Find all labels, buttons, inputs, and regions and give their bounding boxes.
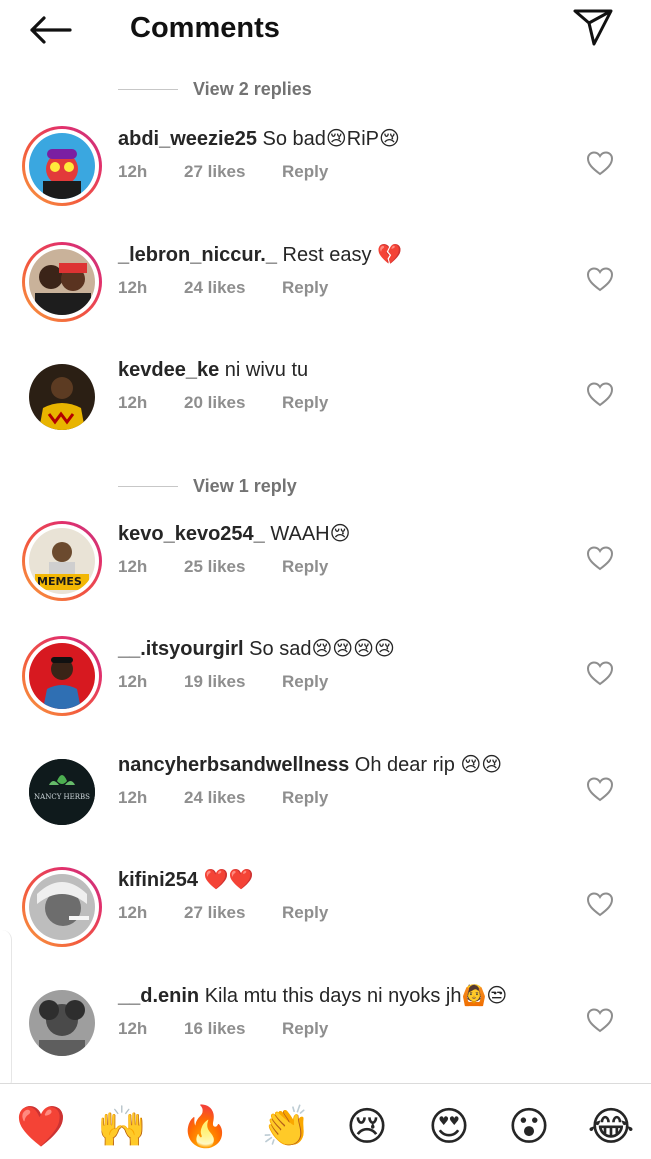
heart-icon[interactable] — [586, 381, 614, 407]
avatar-story-ring[interactable] — [22, 126, 102, 206]
raised-hands-emoji[interactable]: 🙌 — [97, 1102, 147, 1152]
comment-username[interactable]: kifini254 — [118, 869, 198, 891]
view-replies-row: View 2 replies — [0, 62, 651, 116]
comment-text: Rest easy 💔 — [282, 243, 402, 266]
comment-username[interactable]: __.itsyourgirl — [118, 638, 244, 660]
heart-icon[interactable] — [586, 150, 614, 176]
avatar-badge: MEMES — [37, 574, 82, 588]
comment-timestamp: 12h — [118, 1018, 148, 1038]
reply-button[interactable]: Reply — [282, 903, 328, 923]
emoji-quick-bar: ❤️ 🙌 🔥 👏 😢 😍 😮 😂 — [0, 1083, 651, 1159]
comment-text: So bad😢RiP😢 — [262, 128, 400, 150]
comment-timestamp: 12h — [118, 556, 148, 576]
back-arrow-icon[interactable] — [26, 10, 74, 50]
comment-username[interactable]: __d.enin — [118, 985, 199, 1007]
comment-item: __.itsyourgirl So sad😢😢😢😢 12h 19 likes R… — [0, 626, 651, 742]
comment-likes[interactable]: 25 likes — [184, 557, 282, 577]
avatar: MEMES — [29, 527, 95, 594]
reply-button[interactable]: Reply — [282, 788, 328, 808]
comment-item: _lebron_niccur._ Rest easy 💔 12h 24 like… — [0, 232, 651, 348]
avatar-container[interactable] — [22, 357, 102, 437]
avatar-story-ring[interactable]: MEMES — [22, 520, 102, 601]
avatar-story-ring[interactable] — [22, 867, 102, 947]
header-bar: Comments — [0, 0, 651, 62]
comment-likes[interactable]: 16 likes — [184, 1019, 282, 1039]
avatar-container[interactable]: NANCY HERBS — [22, 752, 102, 832]
comment-text: WAAH😢 — [270, 522, 351, 545]
comment-timestamp: 12h — [118, 903, 148, 922]
heart-icon[interactable] — [586, 545, 614, 571]
comment-likes[interactable]: 24 likes — [184, 278, 282, 298]
reply-button[interactable]: Reply — [282, 557, 328, 577]
avatar — [29, 133, 95, 199]
comment-likes[interactable]: 19 likes — [184, 672, 282, 692]
comment-item: NANCY HERBS nancyherbsandwellness Oh dea… — [0, 742, 651, 858]
avatar — [29, 643, 95, 709]
comment-username[interactable]: kevdee_ke — [118, 359, 219, 381]
avatar — [29, 874, 95, 940]
comment-likes[interactable]: 27 likes — [184, 162, 282, 182]
comment-text: So sad😢😢😢😢 — [249, 638, 395, 660]
comment-text: Oh dear rip 😢😢 — [354, 753, 503, 776]
crying-face-emoji[interactable]: 😢 — [342, 1102, 392, 1152]
comment-likes[interactable]: 27 likes — [184, 903, 282, 923]
side-panel-edge — [0, 930, 12, 1090]
clapping-hands-emoji[interactable]: 👏 — [261, 1102, 311, 1152]
view-replies-link[interactable]: View 1 reply — [193, 476, 297, 497]
fire-emoji[interactable]: 🔥 — [180, 1102, 230, 1152]
divider — [118, 486, 178, 487]
comment-item: abdi_weezie25 So bad😢RiP😢 12h 27 likes R… — [0, 116, 651, 232]
reply-button[interactable]: Reply — [282, 1019, 328, 1039]
heart-eyes-emoji[interactable]: 😍 — [424, 1102, 474, 1152]
comment-timestamp: 12h — [118, 277, 148, 297]
comment-item: __d.enin Kila mtu this days ni nyoks jh🙆… — [0, 973, 651, 1089]
avatar — [29, 248, 95, 315]
view-replies-link[interactable]: View 2 replies — [193, 79, 312, 100]
comment-text: Kila mtu this days ni nyoks jh🙆😒 — [204, 984, 508, 1007]
heart-icon[interactable] — [586, 266, 614, 292]
avatar — [29, 364, 95, 430]
comment-timestamp: 12h — [118, 787, 148, 807]
comment-item: kevdee_ke ni wivu tu 12h 20 likes Reply — [0, 347, 651, 463]
avatar-container[interactable] — [22, 983, 102, 1063]
avatar-badge: NANCY HERBS — [34, 792, 90, 801]
comment-item: MEMES kevo_kevo254_ WAAH😢 12h 25 likes R… — [0, 511, 651, 627]
surprised-face-emoji[interactable]: 😮 — [504, 1102, 554, 1152]
tears-of-joy-emoji[interactable]: 😂 — [586, 1102, 636, 1152]
page-title: Comments — [130, 12, 280, 44]
heart-icon[interactable] — [586, 1007, 614, 1033]
reply-button[interactable]: Reply — [282, 393, 328, 413]
heart-icon[interactable] — [586, 660, 614, 686]
comment-username[interactable]: _lebron_niccur._ — [118, 244, 277, 266]
direct-message-icon[interactable] — [566, 4, 620, 50]
view-replies-row: View 1 reply — [0, 463, 651, 511]
divider — [118, 88, 178, 90]
comment-item: kifini254 ❤️❤️ 12h 27 likes Reply — [0, 857, 651, 973]
heart-icon[interactable] — [586, 776, 614, 802]
reply-button[interactable]: Reply — [282, 278, 328, 298]
comment-username[interactable]: abdi_weezie25 — [118, 128, 257, 150]
red-heart-emoji[interactable]: ❤️ — [16, 1102, 66, 1152]
comment-username[interactable]: nancyherbsandwellness — [118, 754, 349, 776]
comment-list: View 2 replies abdi_weezie25 So bad😢RiP😢… — [0, 62, 651, 1088]
reply-button[interactable]: Reply — [282, 162, 328, 182]
comment-text: ni wivu tu — [224, 359, 309, 381]
comment-likes[interactable]: 20 likes — [184, 393, 282, 413]
avatar: NANCY HERBS — [29, 758, 95, 825]
comment-likes[interactable]: 24 likes — [184, 788, 282, 808]
comment-timestamp: 12h — [118, 393, 148, 412]
comment-username[interactable]: kevo_kevo254_ — [118, 523, 265, 545]
avatar-story-ring[interactable] — [22, 636, 102, 716]
reply-button[interactable]: Reply — [282, 672, 328, 692]
avatar — [29, 989, 95, 1056]
comment-text: ❤️❤️ — [203, 869, 254, 891]
avatar-story-ring[interactable] — [22, 241, 102, 322]
heart-icon[interactable] — [586, 891, 614, 917]
comment-timestamp: 12h — [118, 672, 148, 691]
comment-timestamp: 12h — [118, 162, 148, 181]
